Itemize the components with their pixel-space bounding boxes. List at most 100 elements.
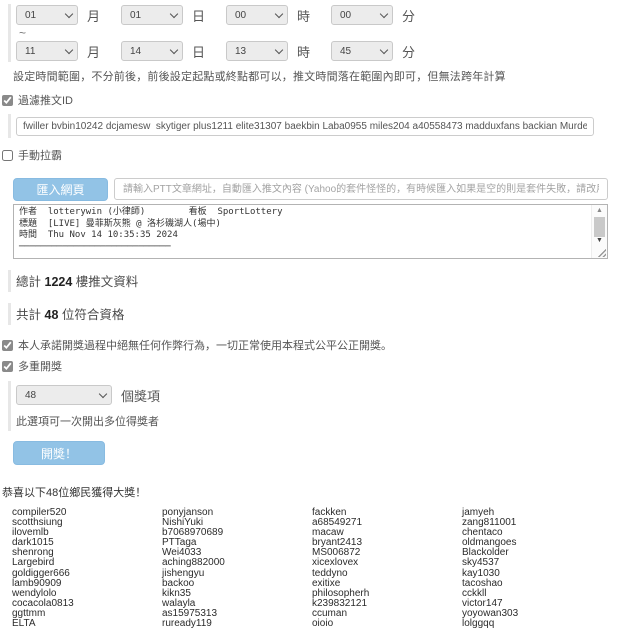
multi-draw-checkbox-row: 多重開獎 [2,358,640,374]
filter-ids-label: 過濾推文ID [18,92,73,108]
month-unit-label: 月 [87,42,100,61]
prize-count-select-wrap: 48 [16,385,112,406]
pledge-checkbox-row: 本人承諾開獎過程中絕無任何作弊行為，一切正常使用本程式公平公正開獎。 [2,337,640,353]
time-range-hint: 設定時間範圍，不分前後，前後設定起點或終點都可以，推文時間落在範圍內即可，但無法… [13,68,640,84]
winner-id: PTTaga [162,538,312,548]
filter-ids-section [8,114,640,138]
end-day-select-wrap: 14 [121,41,183,62]
winner-id: kay1030 [462,569,612,579]
post-content-text: 作者 lotterywin (小律師) 看板 SportLottery 標題 [… [14,205,591,258]
pledge-checkbox[interactable] [2,340,13,351]
scroll-up-icon[interactable]: ▲ [596,207,603,215]
prize-count-section: 48 個獎項 此選項可一次開出多位得獎者 [8,381,640,431]
winner-id: MS006872 [312,548,462,558]
winner-id: oldmangoes [462,538,612,548]
winner-id: cocacola0813 [12,599,162,609]
minute-unit-label: 分 [402,6,415,25]
winner-id: as15975313 [162,609,312,619]
winner-id: ruready119 [162,619,312,629]
qualified-suffix: 位符合資格 [62,308,125,322]
winner-id: yoyowan303 [462,609,612,619]
end-month-select-wrap: 11 [16,41,78,62]
total-prefix: 總計 [16,275,41,289]
manual-slot-checkbox[interactable] [2,150,13,161]
winner-id: Blackolder [462,548,612,558]
winner-id: victor147 [462,599,612,609]
total-suffix: 樓推文資料 [76,275,139,289]
winner-id: jamyeh [462,508,612,518]
winner-id: Largebird [12,558,162,568]
end-minute-select[interactable]: 45 [331,41,393,61]
hour-unit-label: 時 [297,42,310,61]
start-minute-select[interactable]: 00 [331,5,393,25]
winners-column: ponyjansonNishiYukib7068970689PTTagaWei4… [162,508,312,629]
winner-id: lolggqq [462,619,612,629]
prize-count-note: 此選項可一次開出多位得獎者 [16,413,640,429]
winner-id: macaw [312,528,462,538]
total-value: 1224 [45,275,73,289]
end-day-select[interactable]: 14 [121,41,183,61]
winner-id: ponyjanson [162,508,312,518]
winner-id: zang811001 [462,518,612,528]
draw-button[interactable]: 開獎！ [13,441,105,465]
post-content-textarea[interactable]: 作者 lotterywin (小律師) 看板 SportLottery 標題 [… [13,204,608,259]
winner-id: fackken [312,508,462,518]
prize-unit-label: 個獎項 [121,386,160,405]
start-day-select[interactable]: 01 [121,5,183,25]
start-hour-select[interactable]: 00 [226,5,288,25]
prize-count-select[interactable]: 48 [16,385,112,405]
winner-id: ilovemlb [12,528,162,538]
winner-id: ELTA [12,619,162,629]
scroll-down-icon[interactable]: ▼ [596,237,603,245]
qualified-stat: 共計 48 位符合資格 [8,303,640,325]
winner-id: aching882000 [162,558,312,568]
winner-id: compiler520 [12,508,162,518]
winner-id: wendylolo [12,589,162,599]
winners-grid: compiler520scotthsiungilovemlbdark1015sh… [12,508,640,629]
lottery-tool-page: 01 月 01 日 00 時 00 [0,0,640,629]
qualified-value: 48 [45,308,59,322]
multi-draw-checkbox[interactable] [2,361,13,372]
range-separator: ~ [19,27,640,39]
winner-id: philosopherh [312,589,462,599]
time-range-end-row: 11 月 14 日 13 時 45 [16,40,640,62]
import-page-button[interactable]: 匯入網頁 [13,178,108,201]
winners-column: compiler520scotthsiungilovemlbdark1015sh… [12,508,162,629]
pledge-label: 本人承諾開獎過程中絕無任何作弊行為，一切正常使用本程式公平公正開獎。 [18,337,392,353]
start-day-select-wrap: 01 [121,5,183,26]
start-month-select-wrap: 01 [16,5,78,26]
winner-id: Wei4033 [162,548,312,558]
winner-id: oioio [312,619,462,629]
winner-id: ccuman [312,609,462,619]
time-range-start-row: 01 月 01 日 00 時 00 [16,4,640,26]
time-range-section: 01 月 01 日 00 時 00 [8,4,640,62]
winner-id: a68549271 [312,518,462,528]
filter-ids-checkbox[interactable] [2,95,13,106]
filter-ids-input[interactable] [16,117,594,136]
start-month-select[interactable]: 01 [16,5,78,25]
winner-id: lamb90909 [12,579,162,589]
hour-unit-label: 時 [297,6,310,25]
ptt-url-input[interactable] [114,178,608,200]
month-unit-label: 月 [87,6,100,25]
winner-id: tacoshao [462,579,612,589]
end-minute-select-wrap: 45 [331,41,393,62]
day-unit-label: 日 [192,42,205,61]
winner-id: jishengyu [162,569,312,579]
start-hour-select-wrap: 00 [226,5,288,26]
winner-id: b7068970689 [162,528,312,538]
minute-unit-label: 分 [402,42,415,61]
winner-id: dark1015 [12,538,162,548]
winner-id: exitixe [312,579,462,589]
end-month-select[interactable]: 11 [16,41,78,61]
import-row: 匯入網頁 [13,178,640,201]
winner-id: walayla [162,599,312,609]
scrollbar-thumb[interactable] [594,217,605,237]
winners-column: jamyehzang811001chentacooldmangoesBlacko… [462,508,612,629]
day-unit-label: 日 [192,6,205,25]
winner-id: teddyno [312,569,462,579]
winner-id: bryant2413 [312,538,462,548]
winner-id: scotthsiung [12,518,162,528]
end-hour-select[interactable]: 13 [226,41,288,61]
manual-slot-label: 手動拉霸 [18,147,62,163]
